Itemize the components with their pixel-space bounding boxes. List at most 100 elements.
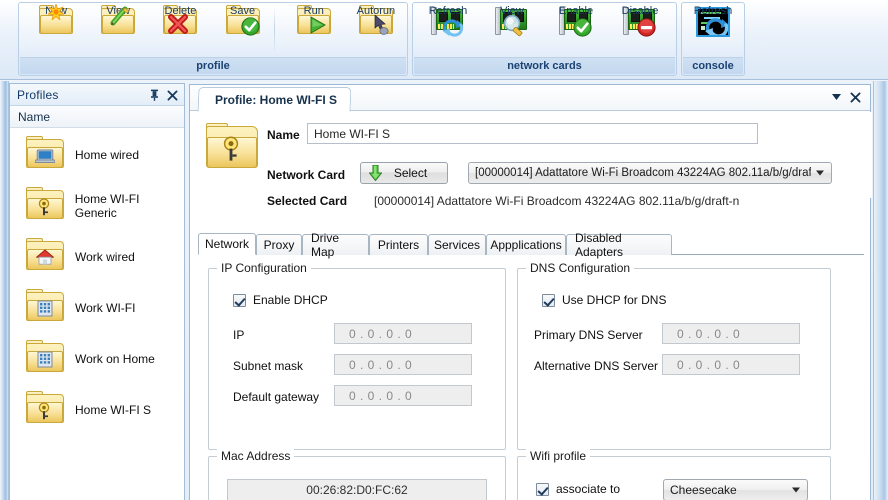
profiles-panel-title: Profiles xyxy=(17,87,59,102)
ribbon-button-enable[interactable]: Enable xyxy=(544,3,608,59)
tab-network[interactable]: Network xyxy=(198,233,256,255)
ribbon-button-view-card[interactable]: View xyxy=(480,3,544,59)
mac-address-caption: Mac Address xyxy=(217,449,295,463)
ribbon-button-new[interactable]: New xyxy=(25,3,87,59)
left-dock-strip xyxy=(0,81,9,500)
building-icon xyxy=(37,300,53,317)
subnet-mask-label: Subnet mask xyxy=(233,359,304,373)
document-tab-profile[interactable]: Profile: Home WI-FI S xyxy=(197,87,352,112)
red-stop-icon xyxy=(637,18,656,37)
tab-applications[interactable]: Appplications xyxy=(486,234,566,255)
default-gateway-label: Default gateway xyxy=(233,390,320,404)
network-card-label: Network Card xyxy=(267,168,346,182)
red-x-icon xyxy=(168,14,189,34)
checkbox-box xyxy=(536,482,549,496)
tab-printers[interactable]: Printers xyxy=(369,234,428,255)
folder-house-icon xyxy=(26,238,64,272)
tab-services[interactable]: Services xyxy=(428,234,486,255)
key-icon xyxy=(38,402,50,420)
select-button[interactable]: Select xyxy=(360,162,448,184)
subnet-mask-value[interactable]: 0 . 0 . 0 . 0 xyxy=(334,354,472,375)
list-item[interactable]: Work wired xyxy=(10,231,184,282)
wifi-ssid-value: Cheesecake xyxy=(670,483,737,497)
network-card-combo[interactable]: [00000014] Adattatore Wi-Fi Broadcom 432… xyxy=(468,162,832,184)
document-tab-bar: Profile: Home WI-FI S xyxy=(190,85,870,112)
green-check-icon xyxy=(573,18,592,37)
key-icon xyxy=(223,136,239,161)
list-item[interactable]: Work WI-FI xyxy=(10,282,184,333)
profiles-column-header-name: Name xyxy=(10,106,184,128)
folder-building-icon xyxy=(26,340,64,374)
building-icon xyxy=(37,351,53,368)
mac-address-value[interactable]: 00:26:82:D0:FC:62 xyxy=(227,479,487,500)
tab-proxy[interactable]: Proxy xyxy=(256,234,302,255)
magnifier-icon xyxy=(503,14,523,37)
use-dhcp-for-dns-label: Use DHCP for DNS xyxy=(562,293,667,307)
default-gateway-value[interactable]: 0 . 0 . 0 . 0 xyxy=(334,385,472,406)
close-icon[interactable] xyxy=(847,89,863,105)
list-item-label: Work WI-FI xyxy=(75,300,136,315)
ip-configuration-caption: IP Configuration xyxy=(217,261,311,275)
ribbon-group-profile: New View xyxy=(18,2,408,76)
ribbon-button-view-profile[interactable]: View xyxy=(87,3,149,59)
ribbon-group-caption: profile xyxy=(20,57,406,74)
mac-address-group: Mac Address 00:26:82:D0:FC:62 xyxy=(208,449,506,500)
ribbon-group-console: Refresh console xyxy=(681,2,745,76)
folder-key-icon xyxy=(26,187,64,221)
chevron-down-icon xyxy=(792,487,800,493)
primary-dns-value[interactable]: 0 . 0 . 0 . 0 xyxy=(662,323,800,344)
use-dhcp-for-dns-checkbox[interactable]: Use DHCP for DNS xyxy=(542,293,666,307)
refresh-arrows-icon xyxy=(705,18,728,35)
ribbon-group-network-cards: Refresh View Enable Disable network card… xyxy=(412,2,677,76)
close-icon[interactable] xyxy=(164,87,180,103)
chevron-down-icon[interactable] xyxy=(828,89,844,105)
alternative-dns-value[interactable]: 0 . 0 . 0 . 0 xyxy=(662,354,800,375)
folder-key-icon xyxy=(26,391,64,425)
profiles-list[interactable]: Home wired Home WI-FI Generic Work wired… xyxy=(10,129,184,500)
list-item[interactable]: Work on Home xyxy=(10,333,184,384)
wifi-ssid-combo[interactable]: Cheesecake xyxy=(663,479,808,500)
application-window: New View xyxy=(0,0,888,500)
associate-to-label: associate to xyxy=(556,482,621,496)
list-item[interactable]: Home wired xyxy=(10,129,184,180)
list-item-label: Home WI-FI Generic xyxy=(74,191,140,220)
ribbon-button-save[interactable]: Save xyxy=(212,3,274,59)
list-item-label: Home WI-FI S xyxy=(75,402,152,417)
ribbon-separator xyxy=(273,6,275,54)
ip-value[interactable]: 0 . 0 . 0 . 0 xyxy=(334,323,472,344)
tab-drive-map[interactable]: Drive Map xyxy=(302,231,369,259)
ribbon-button-refresh-cards[interactable]: Refresh xyxy=(416,3,480,59)
profiles-panel-header: Profiles xyxy=(10,84,184,106)
select-button-label: Select xyxy=(393,166,428,180)
name-input[interactable]: Home WI-FI S xyxy=(307,123,758,144)
folder-building-icon xyxy=(26,289,64,323)
network-card-combo-value: [00000014] Adattatore Wi-Fi Broadcom 432… xyxy=(475,167,811,179)
settings-tab-strip: Network Proxy Drive Map Printers Service… xyxy=(198,231,864,259)
pin-icon[interactable] xyxy=(146,87,162,103)
pencil-icon xyxy=(110,6,130,26)
enable-dhcp-checkbox[interactable]: Enable DHCP xyxy=(233,293,328,307)
ribbon-button-label: Refresh xyxy=(428,5,468,17)
ribbon-button-autorun[interactable]: Autorun xyxy=(345,3,407,59)
ribbon-button-run[interactable]: Run xyxy=(283,3,345,59)
document-tab-label: Profile: Home WI-FI S xyxy=(215,92,338,107)
right-dock-strip xyxy=(873,81,888,500)
profiles-panel: Profiles Name Home wired Home WI-FI Gene… xyxy=(9,83,185,500)
laptop-icon xyxy=(35,149,55,163)
list-item[interactable]: Home WI-FI S xyxy=(10,384,184,435)
ribbon-button-label: Disable xyxy=(621,5,659,17)
ribbon-button-label: Enable xyxy=(558,5,594,17)
ribbon-button-disable[interactable]: Disable xyxy=(608,3,672,59)
ribbon-button-delete[interactable]: Delete xyxy=(149,3,211,59)
ribbon-toolbar: New View xyxy=(0,0,888,80)
tab-disabled-adapters[interactable]: Disabled Adapters xyxy=(566,231,672,259)
key-icon xyxy=(38,198,50,216)
ribbon-button-refresh-console[interactable]: Refresh xyxy=(682,3,744,59)
alternative-dns-label: Alternative DNS Server xyxy=(534,359,659,373)
primary-dns-label: Primary DNS Server xyxy=(534,328,643,342)
ip-label: IP xyxy=(233,328,245,342)
associate-to-checkbox[interactable]: associate to xyxy=(536,482,620,496)
list-item[interactable]: Home WI-FI Generic xyxy=(10,180,184,231)
enable-dhcp-label: Enable DHCP xyxy=(253,293,328,307)
wifi-profile-caption: Wifi profile xyxy=(526,449,591,463)
